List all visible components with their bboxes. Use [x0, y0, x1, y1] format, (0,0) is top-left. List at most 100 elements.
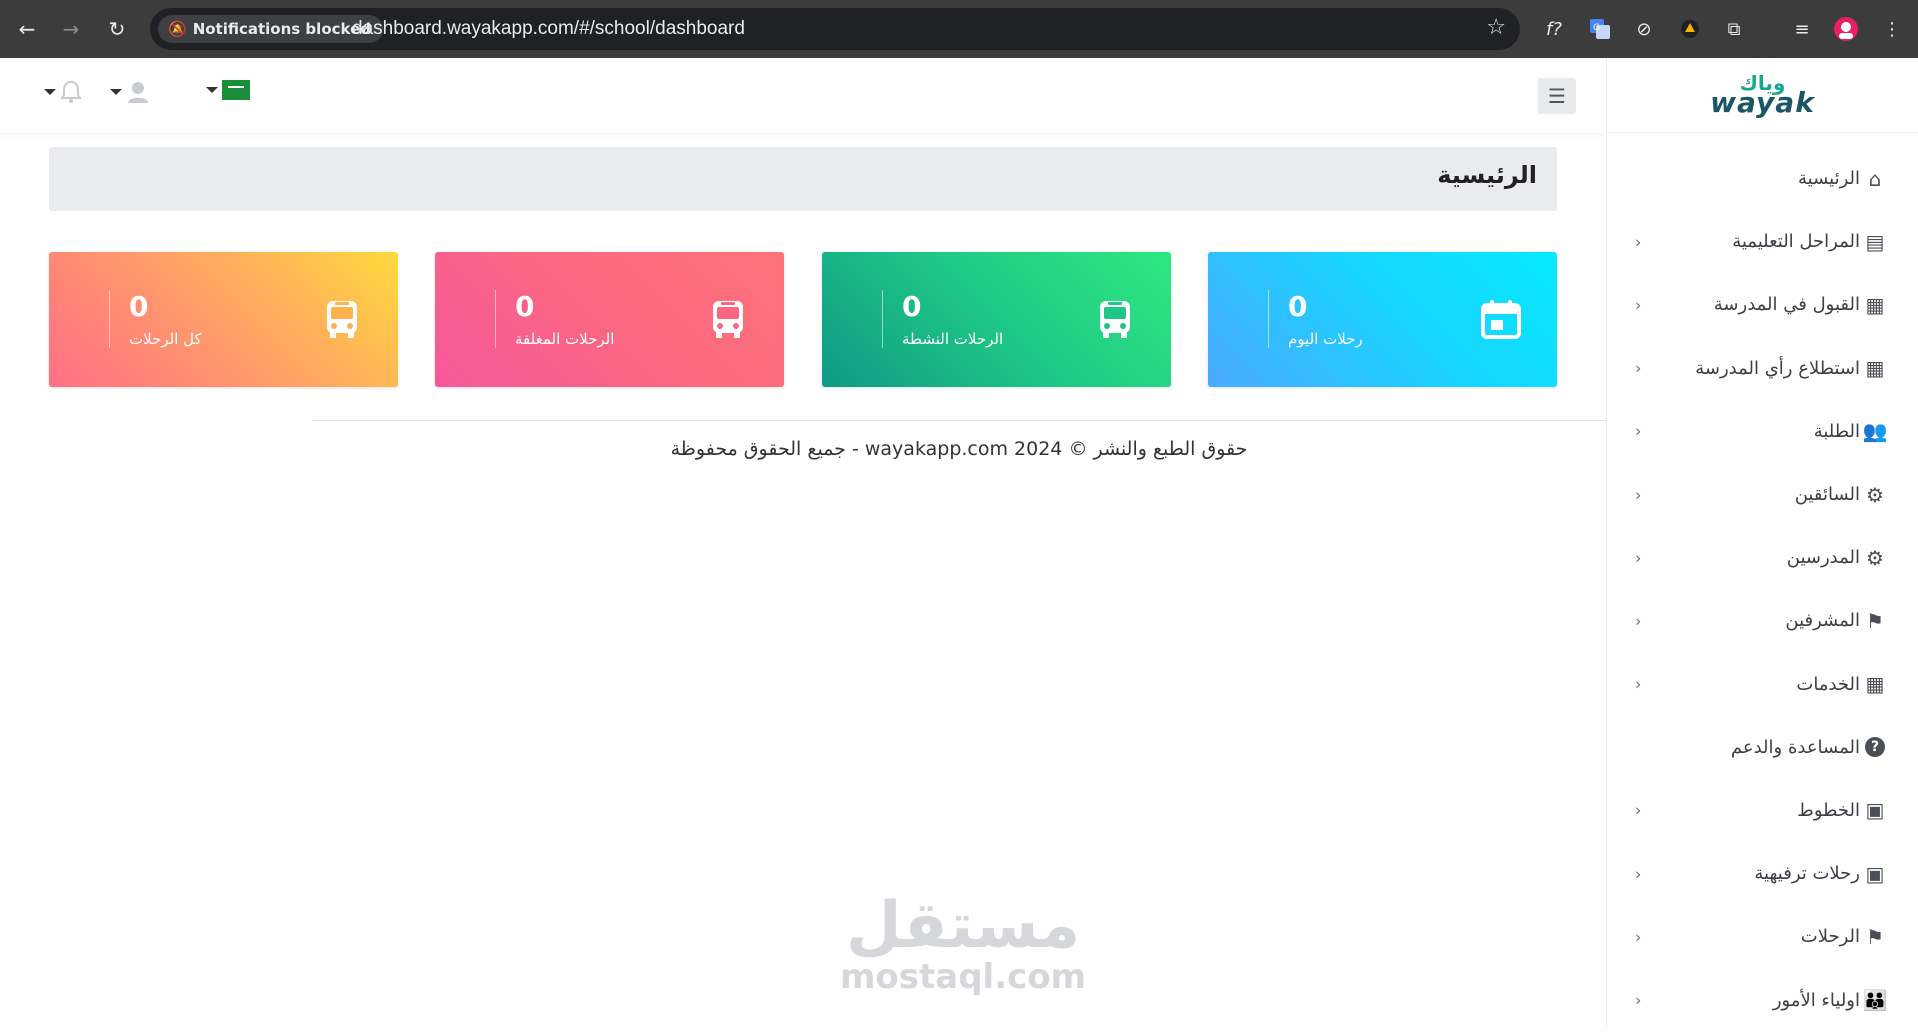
- sidebar-item[interactable]: ▦ القبول في المدرسة ‹: [1607, 273, 1918, 336]
- bus-icon: ▣: [1865, 798, 1885, 823]
- chevron-left-icon[interactable]: ‹: [1635, 864, 1641, 883]
- sidebar-item-label: المدرسين: [1786, 547, 1860, 569]
- sidebar-item-label: المساعدة والدعم: [1730, 736, 1860, 758]
- sidebar: وياك wayak ⌂ الرئيسية ▤ المراحل التعليمية ‹ ▦…: [1606, 58, 1918, 1029]
- document-icon: ▦: [1865, 356, 1885, 381]
- id-card-icon: ▤: [1865, 229, 1885, 254]
- card-separator: [882, 290, 883, 348]
- sidebar-item-label: المشرفين: [1785, 610, 1860, 632]
- sidebar-item-label: الخطوط: [1797, 799, 1860, 821]
- supervisor-icon: ⚑: [1866, 608, 1884, 633]
- notifications-blocked-chip[interactable]: 🔕 Notifications blocked: [158, 15, 383, 43]
- user-dropdown[interactable]: [110, 80, 150, 104]
- puzzle-extensions-icon[interactable]: ⧉: [1720, 15, 1748, 43]
- chevron-left-icon[interactable]: ‹: [1635, 991, 1641, 1010]
- sidebar-item[interactable]: ⚑ الرحلات ‹: [1607, 905, 1918, 968]
- sidebar-item-label: القبول في المدرسة: [1713, 294, 1860, 316]
- card-label: رحلات اليوم: [1288, 330, 1363, 348]
- chevron-down-icon: [44, 89, 56, 95]
- sidebar-item[interactable]: 👪 اولياء الأمور ‹: [1607, 968, 1918, 1031]
- watermark-english: mostaql.com: [840, 957, 1087, 997]
- extension-icon[interactable]: [1676, 15, 1704, 43]
- font-extension-icon[interactable]: f?: [1540, 15, 1568, 43]
- bus-icon: [1100, 301, 1130, 338]
- reload-icon[interactable]: ↻: [104, 16, 130, 42]
- sidebar-item[interactable]: ⚙ المدرسين ‹: [1607, 526, 1918, 589]
- chevron-left-icon[interactable]: ‹: [1635, 927, 1641, 946]
- bookmark-star-icon[interactable]: ☆: [1486, 15, 1506, 40]
- bell-off-icon: 🔕: [168, 20, 187, 38]
- bell-icon: [60, 80, 82, 103]
- chevron-down-icon: [206, 87, 218, 93]
- compass-extension-icon[interactable]: ⊘: [1630, 15, 1658, 43]
- back-icon[interactable]: ←: [14, 16, 40, 42]
- sidebar-item-label: المراحل التعليمية: [1732, 231, 1860, 253]
- language-dropdown[interactable]: [206, 80, 250, 100]
- bus-icon: [713, 301, 743, 338]
- app-container: ☰ الرئيسية 0 رحلات اليوم 0 الرحلات النشط…: [0, 58, 1918, 1029]
- chevron-down-icon: [110, 89, 122, 95]
- media-control-icon[interactable]: ≡: [1788, 15, 1816, 43]
- home-icon: ⌂: [1868, 166, 1882, 191]
- sidebar-item[interactable]: ▦ الخدمات ‹: [1607, 653, 1918, 716]
- url-text[interactable]: dashboard.wayakapp.com/#/school/dashboar…: [352, 18, 745, 40]
- document-icon: ▦: [1865, 292, 1885, 317]
- bus-icon: [327, 301, 357, 338]
- translate-extension-icon[interactable]: G: [1586, 15, 1614, 43]
- footer-copyright: حقوق الطبع والنشر © 2024 wayakapp.com - …: [670, 438, 1248, 460]
- brand-logo[interactable]: وياك wayak: [1607, 58, 1918, 133]
- chevron-left-icon[interactable]: ‹: [1635, 295, 1641, 314]
- sidebar-item[interactable]: ⚑ المشرفين ‹: [1607, 589, 1918, 652]
- menu-icon: ☰: [1548, 84, 1566, 108]
- family-icon: 👪: [1862, 988, 1888, 1013]
- user-gear-icon: ⚙: [1866, 482, 1884, 507]
- notifications-dropdown[interactable]: [44, 80, 82, 104]
- sidebar-item[interactable]: ▤ المراحل التعليمية ‹: [1607, 210, 1918, 273]
- card-separator: [1268, 290, 1269, 348]
- card-label: كل الرحلات: [129, 330, 202, 348]
- chevron-left-icon[interactable]: ‹: [1635, 548, 1641, 567]
- stat-card-today-trips[interactable]: 0 رحلات اليوم: [1208, 252, 1557, 387]
- hamburger-menu-button[interactable]: ☰: [1538, 78, 1576, 114]
- watermark-arabic: مستقل: [846, 889, 1081, 963]
- saudi-flag-icon: [222, 80, 250, 100]
- card-count: 0: [902, 290, 922, 323]
- sidebar-item[interactable]: 👥 الطلبة ‹: [1607, 400, 1918, 463]
- logo-english: wayak: [1710, 86, 1815, 119]
- footer-divider: [312, 420, 1606, 421]
- stat-card-closed-trips[interactable]: 0 الرحلات المغلقة: [435, 252, 784, 387]
- top-navbar: ☰: [0, 58, 1606, 133]
- user-icon: [128, 82, 148, 103]
- sidebar-item[interactable]: ? المساعدة والدعم: [1607, 716, 1918, 779]
- chevron-left-icon[interactable]: ‹: [1635, 485, 1641, 504]
- sidebar-item[interactable]: ⚙ السائقين ‹: [1607, 463, 1918, 526]
- sidebar-item[interactable]: ⌂ الرئيسية: [1607, 147, 1918, 210]
- chevron-left-icon[interactable]: ‹: [1635, 422, 1641, 441]
- browser-menu-icon[interactable]: ⋮: [1878, 15, 1906, 43]
- sidebar-item-label: السائقين: [1794, 484, 1860, 506]
- users-icon: 👥: [1862, 419, 1888, 444]
- sidebar-item[interactable]: ▣ رحلات ترفيهية ‹: [1607, 842, 1918, 905]
- card-count: 0: [129, 290, 149, 323]
- sidebar-item-label: رحلات ترفيهية: [1754, 863, 1860, 885]
- address-bar[interactable]: 🔕 Notifications blocked dashboard.wayaka…: [150, 8, 1520, 50]
- forward-icon[interactable]: →: [58, 16, 84, 42]
- sidebar-item[interactable]: ▣ الخطوط ‹: [1607, 779, 1918, 842]
- chevron-left-icon[interactable]: ‹: [1635, 675, 1641, 694]
- profile-avatar-icon[interactable]: [1832, 15, 1860, 43]
- svg-text:G: G: [1593, 23, 1600, 33]
- card-separator: [495, 290, 496, 348]
- stat-card-all-trips[interactable]: 0 كل الرحلات: [49, 252, 398, 387]
- calendar-icon: [1481, 300, 1521, 339]
- sidebar-menu: ⌂ الرئيسية ▤ المراحل التعليمية ‹ ▦ القبول في ا…: [1607, 133, 1918, 1032]
- sidebar-item-label: الرحلات: [1800, 926, 1860, 948]
- chevron-left-icon[interactable]: ‹: [1635, 801, 1641, 820]
- stat-card-active-trips[interactable]: 0 الرحلات النشطة: [822, 252, 1171, 387]
- chevron-left-icon[interactable]: ‹: [1635, 232, 1641, 251]
- sidebar-item[interactable]: ▦ استطلاع رأي المدرسة ‹: [1607, 337, 1918, 400]
- mostaql-watermark: مستقل mostaql.com: [840, 894, 1086, 994]
- chevron-left-icon[interactable]: ‹: [1635, 359, 1641, 378]
- sidebar-item-label: اولياء الأمور: [1772, 989, 1860, 1011]
- help-icon: ?: [1865, 737, 1885, 758]
- chevron-left-icon[interactable]: ‹: [1635, 611, 1641, 630]
